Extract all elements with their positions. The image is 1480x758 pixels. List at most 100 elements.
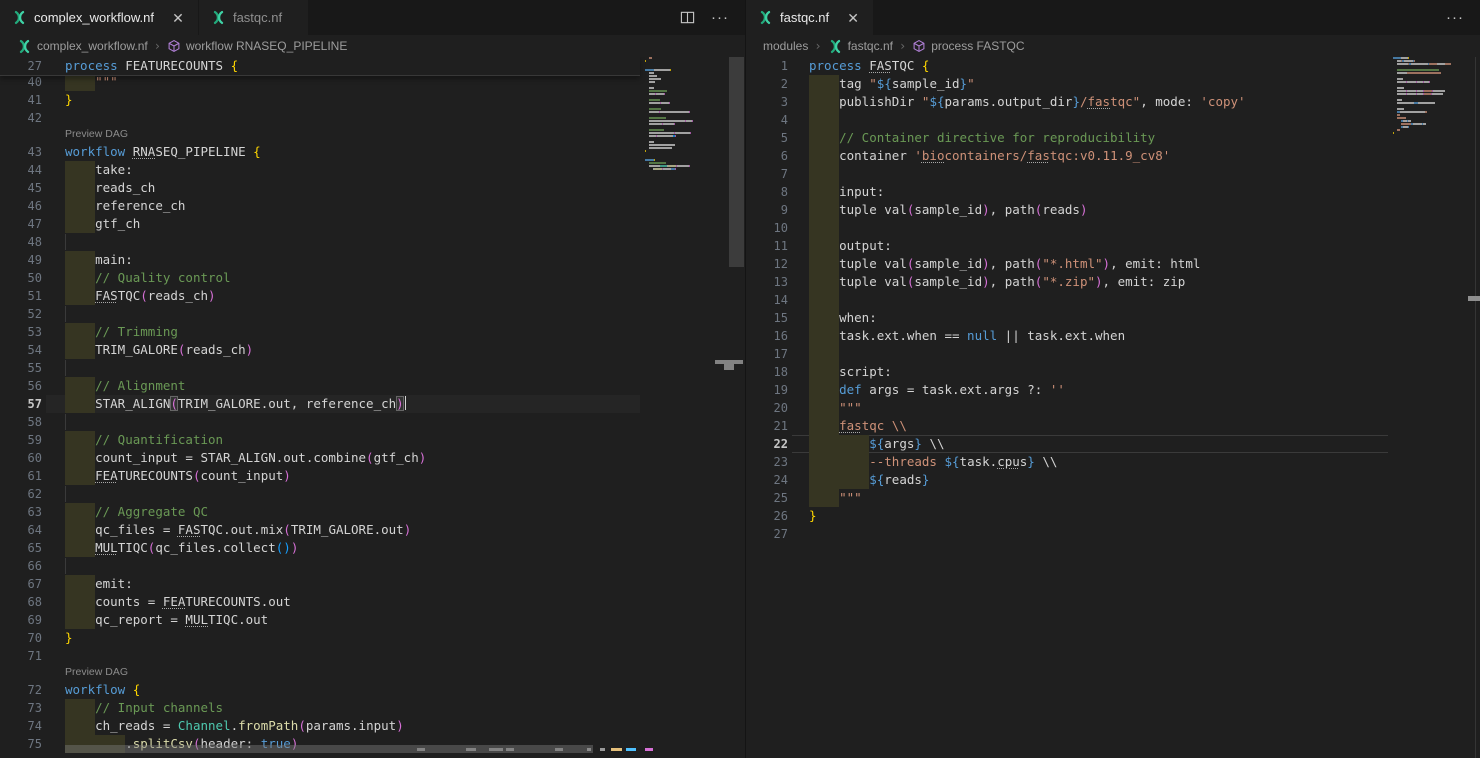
line-number[interactable]: 27	[0, 57, 42, 75]
line-number[interactable]: 64	[0, 521, 42, 539]
line-number[interactable]: 19	[746, 381, 788, 399]
tab-complex_workflow.nf[interactable]: complex_workflow.nf✕	[0, 0, 198, 35]
line-number[interactable]: 22	[746, 435, 788, 453]
code-line[interactable]: 4	[746, 111, 1388, 129]
line-number[interactable]: 24	[746, 471, 788, 489]
line-number[interactable]: 71	[0, 647, 42, 665]
line-number[interactable]: 74	[0, 717, 42, 735]
line-number[interactable]: 55	[0, 359, 42, 377]
line-number[interactable]: 21	[746, 417, 788, 435]
line-number[interactable]: 62	[0, 485, 42, 503]
line-number[interactable]: 26	[746, 507, 788, 525]
line-number[interactable]: 70	[0, 629, 42, 647]
tab-fastqc.nf[interactable]: fastqc.nf	[199, 0, 308, 35]
code-line[interactable]: 53 // Trimming	[0, 323, 640, 341]
sticky-scroll-line[interactable]: 27process FEATURECOUNTS {	[0, 57, 640, 76]
code-line[interactable]: 46 reference_ch	[0, 197, 640, 215]
code-line[interactable]: 66	[0, 557, 640, 575]
code-line[interactable]: 15 when:	[746, 309, 1388, 327]
line-number[interactable]: 72	[0, 681, 42, 699]
codelens-preview-dag[interactable]: Preview DAG	[65, 665, 128, 681]
scrollbar-grip[interactable]	[724, 364, 734, 370]
code-line[interactable]: 9 tuple val(sample_id), path(reads)	[746, 201, 1388, 219]
line-number[interactable]: 6	[746, 147, 788, 165]
line-number[interactable]: 47	[0, 215, 42, 233]
close-tab-icon[interactable]: ✕	[845, 10, 861, 26]
code-line[interactable]: 25 """	[746, 489, 1388, 507]
code-line[interactable]: 50 // Quality control	[0, 269, 640, 287]
line-number[interactable]: 52	[0, 305, 42, 323]
code-line[interactable]: 43workflow RNASEQ_PIPELINE {	[0, 143, 640, 161]
code-line[interactable]: 22 ${args} \\	[746, 435, 1388, 453]
code-line[interactable]: 54 TRIM_GALORE(reads_ch)	[0, 341, 640, 359]
code-line[interactable]: 11 output:	[746, 237, 1388, 255]
code-line[interactable]: 64 qc_files = FASTQC.out.mix(TRIM_GALORE…	[0, 521, 640, 539]
codelens-preview-dag[interactable]: Preview DAG	[65, 127, 128, 143]
code-line[interactable]: 63 // Aggregate QC	[0, 503, 640, 521]
code-line[interactable]: 51 FASTQC(reads_ch)	[0, 287, 640, 305]
line-number[interactable]: 41	[0, 91, 42, 109]
close-tab-icon[interactable]: ✕	[170, 10, 186, 26]
code-line[interactable]: 24 ${reads}	[746, 471, 1388, 489]
line-number[interactable]: 43	[0, 143, 42, 161]
line-number[interactable]: 66	[0, 557, 42, 575]
line-number[interactable]: 8	[746, 183, 788, 201]
line-number[interactable]: 4	[746, 111, 788, 129]
line-number[interactable]: 12	[746, 255, 788, 273]
breadcrumb-item[interactable]: process FASTQC	[912, 39, 1024, 53]
code-line[interactable]: 5 // Container directive for reproducibi…	[746, 129, 1388, 147]
code-line[interactable]: 73 // Input channels	[0, 699, 640, 717]
code-line[interactable]: 19 def args = task.ext.args ?: ''	[746, 381, 1388, 399]
code-line[interactable]: 69 qc_report = MULTIQC.out	[0, 611, 640, 629]
line-number[interactable]: 54	[0, 341, 42, 359]
code-line[interactable]: 27process FEATURECOUNTS {	[0, 57, 640, 75]
line-number[interactable]: 49	[0, 251, 42, 269]
code-line[interactable]: 10	[746, 219, 1388, 237]
breadcrumb-item[interactable]: fastqc.nf	[828, 39, 893, 54]
line-number[interactable]: 17	[746, 345, 788, 363]
line-number[interactable]: 45	[0, 179, 42, 197]
line-number[interactable]: 15	[746, 309, 788, 327]
line-number[interactable]: 3	[746, 93, 788, 111]
scrollbar-horizontal[interactable]	[65, 745, 593, 753]
line-number[interactable]: 5	[746, 129, 788, 147]
code-line[interactable]: 58	[0, 413, 640, 431]
line-number[interactable]: 20	[746, 399, 788, 417]
more-actions-icon[interactable]: ···	[1446, 13, 1464, 23]
split-editor-icon[interactable]	[680, 10, 695, 25]
code-line[interactable]: 41}	[0, 91, 640, 109]
line-number[interactable]: 67	[0, 575, 42, 593]
line-number[interactable]: 48	[0, 233, 42, 251]
line-number[interactable]: 73	[0, 699, 42, 717]
line-number[interactable]: 27	[746, 525, 788, 543]
code-line[interactable]: 62	[0, 485, 640, 503]
code-line[interactable]: 14	[746, 291, 1388, 309]
breadcrumb-item[interactable]: complex_workflow.nf	[17, 39, 148, 54]
code-line[interactable]: 12 tuple val(sample_id), path("*.html"),…	[746, 255, 1388, 273]
code-line[interactable]: 16 task.ext.when == null || task.ext.whe…	[746, 327, 1388, 345]
line-number[interactable]: 25	[746, 489, 788, 507]
line-number[interactable]: 10	[746, 219, 788, 237]
code-line[interactable]: 72workflow {	[0, 681, 640, 699]
tab-fastqc.nf[interactable]: fastqc.nf✕	[746, 0, 873, 35]
code-line[interactable]: 71	[0, 647, 640, 665]
code-line[interactable]: 68 counts = FEATURECOUNTS.out	[0, 593, 640, 611]
code-line[interactable]: 26}	[746, 507, 1388, 525]
line-number[interactable]: 51	[0, 287, 42, 305]
line-number[interactable]: 46	[0, 197, 42, 215]
line-number[interactable]: 68	[0, 593, 42, 611]
code-line[interactable]: 55	[0, 359, 640, 377]
line-number[interactable]: 1	[746, 57, 788, 75]
line-number[interactable]: 63	[0, 503, 42, 521]
code-line[interactable]: 47 gtf_ch	[0, 215, 640, 233]
code-line[interactable]: 23 --threads ${task.cpus} \\	[746, 453, 1388, 471]
line-number[interactable]: 65	[0, 539, 42, 557]
line-number[interactable]: 58	[0, 413, 42, 431]
code-line[interactable]: 27	[746, 525, 1388, 543]
scrollbar-vertical[interactable]	[729, 57, 744, 267]
editor-right[interactable]: 1process FASTQC {2 tag "${sample_id}"3 p…	[746, 57, 1480, 758]
code-line[interactable]: 59 // Quantification	[0, 431, 640, 449]
code-line[interactable]: 60 count_input = STAR_ALIGN.out.combine(…	[0, 449, 640, 467]
line-number[interactable]: 11	[746, 237, 788, 255]
line-number[interactable]: 18	[746, 363, 788, 381]
